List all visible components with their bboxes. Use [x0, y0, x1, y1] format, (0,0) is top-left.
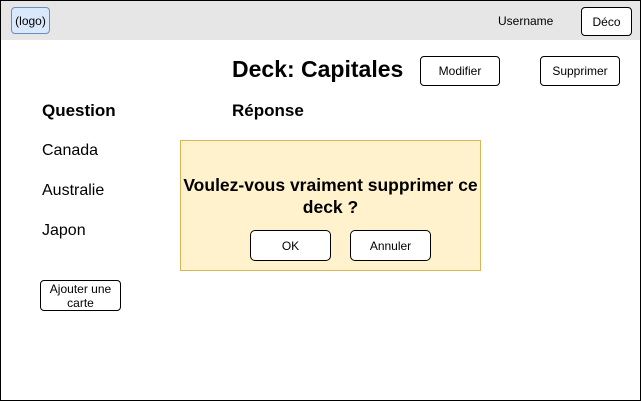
question-item: Canada [42, 142, 99, 159]
logo[interactable]: (logo) [11, 7, 50, 34]
logout-button[interactable]: Déco [581, 7, 632, 36]
ok-button[interactable]: OK [250, 230, 331, 261]
answer-column-header: Réponse [232, 101, 304, 120]
question-item: Japon [42, 222, 86, 239]
question-column-header: Question [42, 101, 116, 120]
add-card-button[interactable]: Ajouter une carte [40, 280, 121, 311]
dialog-message: Voulez-vous vraiment supprimer ce deck ? [183, 175, 478, 217]
cancel-button[interactable]: Annuler [350, 230, 431, 261]
page-title: Deck: Capitales [232, 56, 404, 82]
username-label: Username [498, 14, 554, 28]
delete-button[interactable]: Supprimer [540, 56, 620, 86]
modify-button[interactable]: Modifier [420, 56, 500, 86]
question-item: Australie [42, 182, 105, 199]
top-bar: (logo) Username Déco [1, 1, 640, 40]
confirm-delete-dialog: Voulez-vous vraiment supprimer ce deck ?… [180, 140, 481, 271]
